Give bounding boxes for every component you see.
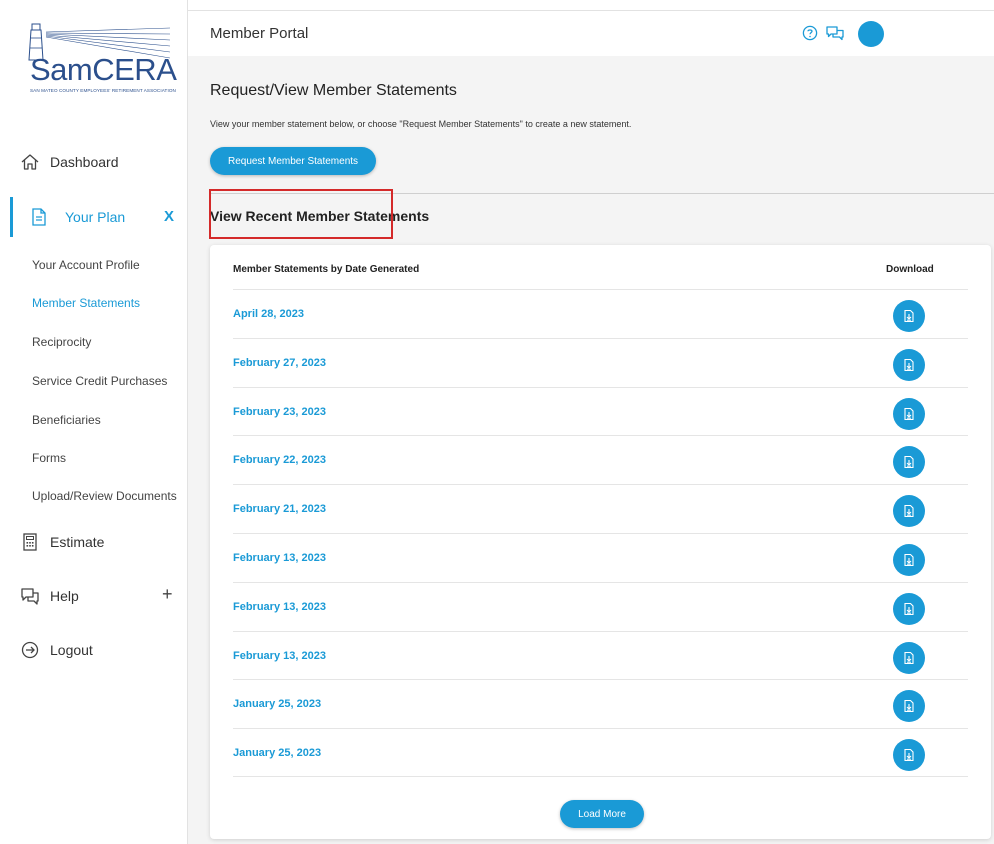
subnav-service-credit-purchases[interactable]: Service Credit Purchases [32, 374, 167, 388]
download-file-icon [904, 651, 914, 664]
statement-link[interactable]: January 25, 2023 [233, 747, 321, 759]
document-icon [29, 207, 49, 227]
statement-link[interactable]: April 28, 2023 [233, 308, 304, 320]
statements-card: Member Statements by Date Generated Down… [210, 245, 991, 839]
collapse-your-plan-button[interactable]: X [164, 208, 174, 225]
table-row: February 21, 2023 [233, 484, 968, 533]
table-row: February 22, 2023 [233, 435, 968, 484]
nav-your-plan-label: Your Plan [65, 209, 126, 225]
download-button[interactable] [893, 446, 925, 479]
table-row: January 25, 2023 [233, 728, 968, 777]
nav-dashboard[interactable]: Dashboard [20, 151, 119, 173]
nav-help-label: Help [50, 588, 79, 604]
download-button[interactable] [893, 739, 925, 772]
logout-icon [20, 640, 40, 660]
download-file-icon [904, 407, 914, 420]
statement-link[interactable]: February 13, 2023 [233, 650, 326, 662]
download-button[interactable] [893, 641, 925, 674]
subnav-beneficiaries[interactable]: Beneficiaries [32, 413, 101, 427]
download-button[interactable] [893, 495, 925, 528]
page-title: Request/View Member Statements [210, 82, 457, 99]
statement-link[interactable]: January 25, 2023 [233, 698, 321, 710]
statements-list: April 28, 2023 February 27, 2023 Februar… [233, 289, 968, 777]
subnav-forms[interactable]: Forms [32, 451, 66, 465]
table-row: February 13, 2023 [233, 630, 968, 680]
request-member-statements-button[interactable]: Request Member Statements [210, 147, 376, 175]
table-row: January 25, 2023 [233, 679, 968, 728]
download-file-icon [904, 602, 914, 615]
statement-link[interactable]: February 21, 2023 [233, 503, 326, 515]
load-more-button[interactable]: Load More [560, 800, 644, 828]
download-file-icon [904, 553, 914, 567]
brand-subtitle: SAN MATEO COUNTY EMPLOYEES' RETIREMENT A… [30, 88, 176, 93]
download-button[interactable] [893, 543, 925, 576]
home-icon [20, 152, 40, 172]
top-bar: Member Portal [188, 10, 994, 56]
download-file-icon [904, 309, 914, 323]
page-description: View your member statement below, or cho… [210, 119, 632, 129]
highlight-annotation [209, 189, 393, 239]
nav-logout-label: Logout [50, 642, 93, 658]
table-row: April 28, 2023 [233, 289, 968, 338]
nav-dashboard-label: Dashboard [50, 154, 119, 170]
chat-icon[interactable] [826, 25, 844, 41]
statement-link[interactable]: February 22, 2023 [233, 454, 326, 466]
download-button[interactable] [893, 592, 925, 625]
download-file-icon [904, 505, 914, 518]
table-row: February 13, 2023 [233, 532, 968, 582]
brand-name: SamCERA [30, 52, 177, 87]
statement-link[interactable]: February 13, 2023 [233, 601, 326, 613]
chat-icon [20, 586, 40, 606]
nav-logout[interactable]: Logout [20, 639, 93, 661]
calculator-icon [20, 532, 40, 552]
nav-estimate-label: Estimate [50, 534, 105, 550]
download-button[interactable] [893, 348, 925, 381]
download-button[interactable] [893, 397, 925, 430]
column-header-date: Member Statements by Date Generated [233, 264, 420, 275]
nav-your-plan[interactable]: Your Plan X [10, 197, 188, 237]
portal-title: Member Portal [210, 25, 309, 42]
help-circle-icon[interactable] [802, 25, 818, 41]
nav-estimate[interactable]: Estimate [20, 531, 104, 553]
download-file-icon [904, 358, 914, 371]
subnav-member-statements[interactable]: Member Statements [32, 296, 140, 310]
expand-help-button[interactable]: + [162, 584, 173, 605]
download-button[interactable] [893, 300, 925, 332]
statement-link[interactable]: February 13, 2023 [233, 552, 326, 564]
subnav-account-profile[interactable]: Your Account Profile [32, 258, 140, 272]
nav-help[interactable]: Help [20, 585, 79, 607]
sidebar: SamCERA SAN MATEO COUNTY EMPLOYEES' RETI… [0, 0, 188, 844]
download-file-icon [904, 749, 914, 762]
statement-link[interactable]: February 27, 2023 [233, 357, 326, 369]
main-content: Request/View Member Statements View your… [188, 56, 994, 844]
table-row: February 13, 2023 [233, 581, 968, 631]
subnav-reciprocity[interactable]: Reciprocity [32, 335, 91, 349]
download-button[interactable] [893, 690, 925, 723]
download-file-icon [904, 700, 914, 713]
subnav-upload-review-documents[interactable]: Upload/Review Documents [32, 489, 177, 503]
download-file-icon [904, 456, 914, 469]
statement-link[interactable]: February 23, 2023 [233, 406, 326, 418]
table-row: February 27, 2023 [233, 337, 968, 387]
avatar[interactable] [858, 21, 884, 47]
table-row: February 23, 2023 [233, 386, 968, 436]
column-header-download: Download [886, 264, 934, 275]
